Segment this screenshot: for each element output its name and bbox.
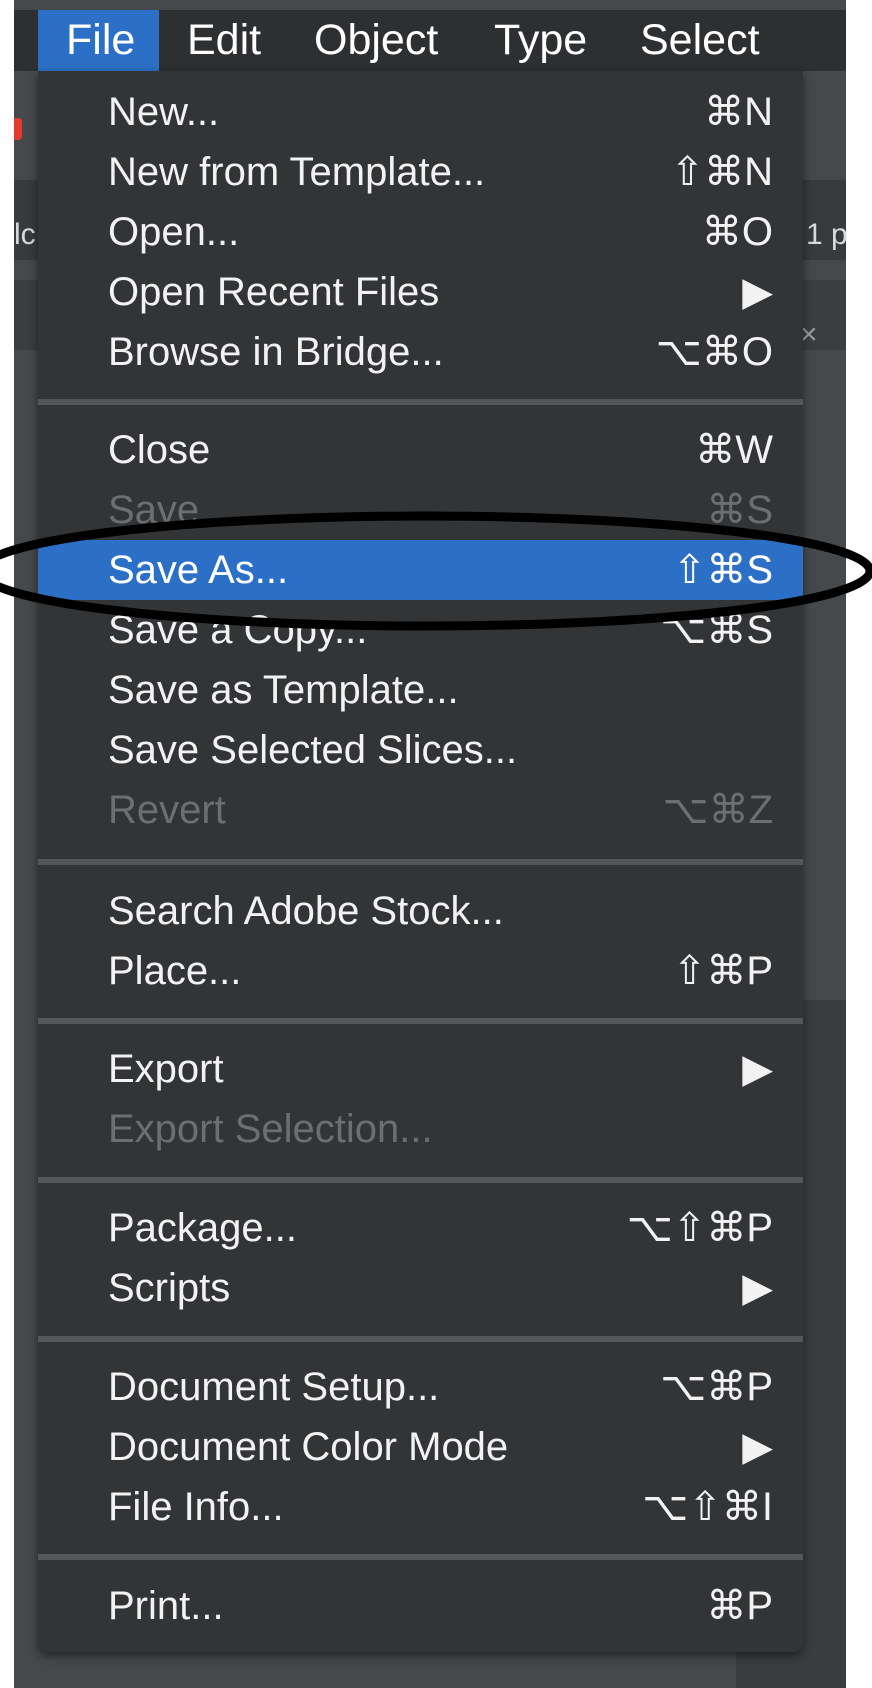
menu-item-new-from-template[interactable]: New from Template... ⇧⌘N: [38, 142, 803, 202]
menu-item-place[interactable]: Place... ⇧⌘P: [38, 941, 803, 1001]
menu-item-label: Export: [108, 1047, 224, 1091]
menu-file[interactable]: File: [38, 10, 159, 71]
menu-item-shortcut: ⇧⌘P: [672, 949, 773, 993]
menu-item-search-adobe-stock[interactable]: Search Adobe Stock...: [38, 881, 803, 941]
menu-item-save-as[interactable]: Save As... ⇧⌘S: [38, 540, 803, 600]
menu-item-label: Save a Copy...: [108, 608, 368, 652]
submenu-arrow-icon: ▶: [742, 1047, 773, 1091]
menu-item-label: Revert: [108, 788, 226, 832]
menu-separator: [38, 859, 803, 865]
menu-item-label: Document Color Mode: [108, 1425, 509, 1469]
menu-item-save-a-copy[interactable]: Save a Copy... ⌥⌘S: [38, 600, 803, 660]
menu-item-shortcut: ⌘W: [695, 428, 773, 472]
background-label-left: lc: [14, 218, 36, 251]
menu-item-revert: Revert ⌥⌘Z: [38, 780, 803, 840]
menu-item-label: New...: [108, 90, 220, 134]
menu-select[interactable]: Select: [612, 10, 788, 71]
menu-item-shortcut: ⌥⌘Z: [662, 788, 773, 832]
menu-item-save: Save ⌘S: [38, 480, 803, 540]
menu-item-document-color-mode[interactable]: Document Color Mode ▶: [38, 1417, 803, 1477]
menu-item-label: Document Setup...: [108, 1365, 440, 1409]
menu-separator: [38, 1554, 803, 1560]
menu-item-label: Place...: [108, 949, 242, 993]
menu-item-shortcut: ⌥⌘P: [660, 1365, 773, 1409]
menu-item-new[interactable]: New... ⌘N: [38, 82, 803, 142]
menu-edit[interactable]: Edit: [159, 10, 289, 71]
menu-item-label: New from Template...: [108, 150, 486, 194]
menu-item-shortcut: ⌥⌘S: [660, 608, 773, 652]
submenu-arrow-icon: ▶: [742, 1266, 773, 1310]
menu-item-label: Save as Template...: [108, 668, 459, 712]
menu-item-shortcut: ⌘O: [701, 210, 773, 254]
menu-item-label: Search Adobe Stock...: [108, 889, 504, 933]
menu-item-shortcut: ⌘P: [706, 1584, 773, 1628]
menu-item-shortcut: ⇧⌘S: [672, 548, 773, 592]
menu-item-save-selected-slices[interactable]: Save Selected Slices...: [38, 720, 803, 780]
menu-item-label: Save Selected Slices...: [108, 728, 518, 772]
menu-separator: [38, 1336, 803, 1342]
menu-item-label: File Info...: [108, 1485, 284, 1529]
menu-item-label: Open...: [108, 210, 240, 254]
menu-bar: File Edit Object Type Select: [14, 10, 846, 71]
menu-item-label: Print...: [108, 1584, 224, 1628]
background-label-right: 1 p: [806, 218, 848, 251]
menu-item-label: Save As...: [108, 548, 289, 592]
menu-item-file-info[interactable]: File Info... ⌥⇧⌘I: [38, 1477, 803, 1537]
menu-item-package[interactable]: Package... ⌥⇧⌘P: [38, 1198, 803, 1258]
menu-item-export[interactable]: Export ▶: [38, 1039, 803, 1099]
window-close-dot: [14, 118, 22, 140]
menu-item-export-selection: Export Selection...: [38, 1099, 803, 1159]
menu-item-close[interactable]: Close ⌘W: [38, 420, 803, 480]
menu-item-label: Export Selection...: [108, 1107, 433, 1151]
menu-item-label: Browse in Bridge...: [108, 330, 444, 374]
menu-separator: [38, 1018, 803, 1024]
menu-item-shortcut: ⇧⌘N: [670, 150, 773, 194]
menu-item-browse-in-bridge[interactable]: Browse in Bridge... ⌥⌘O: [38, 322, 803, 382]
menu-separator: [38, 1177, 803, 1183]
file-menu-dropdown: New... ⌘N New from Template... ⇧⌘N Open.…: [38, 71, 803, 1652]
submenu-arrow-icon: ▶: [742, 270, 773, 314]
menu-separator: [38, 399, 803, 405]
menu-item-shortcut: ⌥⇧⌘I: [642, 1485, 773, 1529]
menu-item-scripts[interactable]: Scripts ▶: [38, 1258, 803, 1318]
menu-item-shortcut: ⌥⇧⌘P: [626, 1206, 773, 1250]
menu-item-save-as-template[interactable]: Save as Template...: [38, 660, 803, 720]
menu-item-document-setup[interactable]: Document Setup... ⌥⌘P: [38, 1357, 803, 1417]
menu-item-open-recent-files[interactable]: Open Recent Files ▶: [38, 262, 803, 322]
menu-item-label: Open Recent Files: [108, 270, 440, 314]
menu-item-print[interactable]: Print... ⌘P: [38, 1576, 803, 1636]
menu-item-label: Package...: [108, 1206, 298, 1250]
menu-type[interactable]: Type: [466, 10, 615, 71]
menu-item-label: Save: [108, 488, 200, 532]
menu-item-label: Scripts: [108, 1266, 231, 1310]
menu-item-open[interactable]: Open... ⌘O: [38, 202, 803, 262]
menu-item-shortcut: ⌥⌘O: [655, 330, 773, 374]
submenu-arrow-icon: ▶: [742, 1425, 773, 1469]
menu-item-shortcut: ⌘N: [704, 90, 773, 134]
menu-item-shortcut: ⌘S: [706, 488, 773, 532]
menu-item-label: Close: [108, 428, 211, 472]
menu-object[interactable]: Object: [286, 10, 466, 71]
